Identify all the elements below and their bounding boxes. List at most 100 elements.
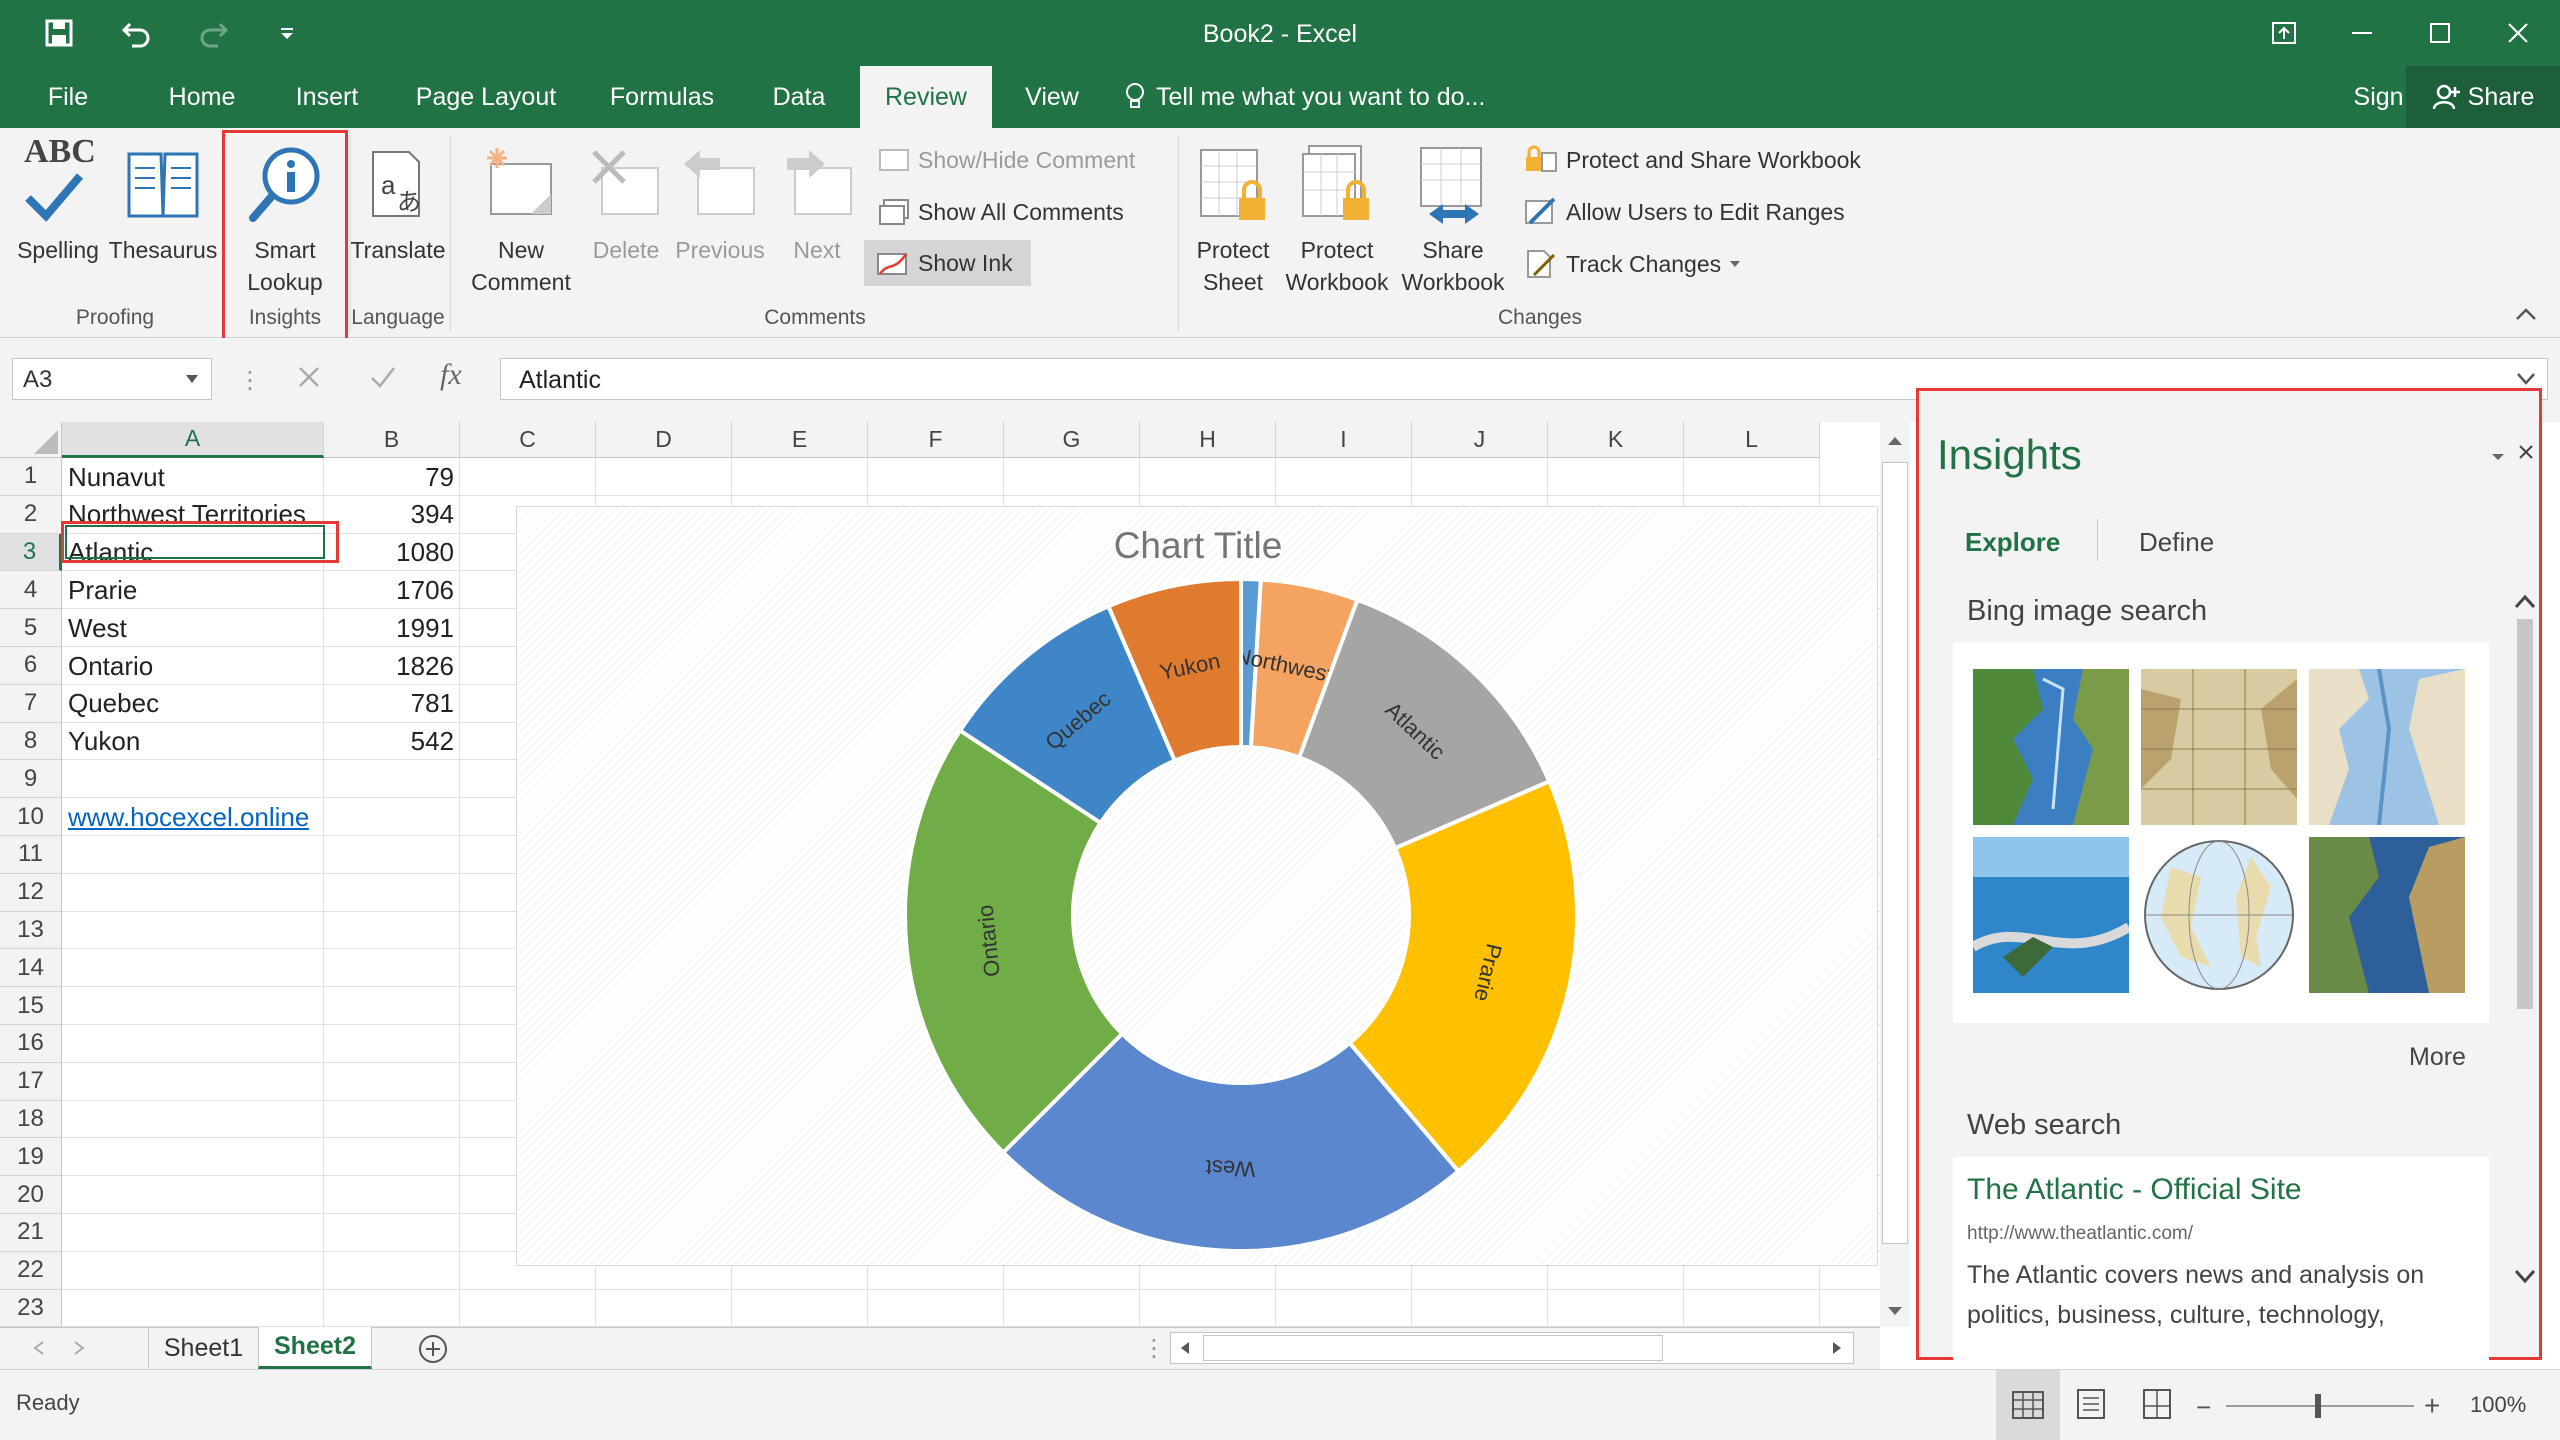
row-header-3[interactable]: 3: [0, 533, 62, 572]
image-result-ocean-map[interactable]: [2309, 669, 2465, 825]
translate-button[interactable]: aあ Translate: [350, 134, 446, 266]
next-sheet-icon[interactable]: [72, 1340, 86, 1361]
column-header-d[interactable]: D: [596, 422, 732, 458]
ribbon-display-icon[interactable]: [2254, 10, 2314, 56]
tab-review[interactable]: Review: [860, 66, 992, 128]
row-header-17[interactable]: 17: [0, 1062, 62, 1101]
cell-a5[interactable]: West: [68, 609, 328, 647]
sheet-tab-sheet2[interactable]: Sheet2: [258, 1327, 372, 1369]
prev-sheet-icon[interactable]: [32, 1340, 46, 1361]
show-hide-comment-button[interactable]: Show/Hide Comment: [878, 140, 1135, 180]
row-header-23[interactable]: 23: [0, 1289, 62, 1328]
tab-define[interactable]: Define: [2139, 527, 2214, 558]
pane-scroll-up-icon[interactable]: [2513, 591, 2537, 616]
protect-workbook-button[interactable]: Protect Workbook: [1280, 134, 1394, 298]
more-images-link[interactable]: More: [2409, 1043, 2466, 1072]
name-box[interactable]: A3: [12, 358, 212, 400]
image-result-globe[interactable]: [2141, 837, 2297, 993]
web-result-title[interactable]: The Atlantic - Official Site: [1967, 1173, 2302, 1207]
column-header-b[interactable]: B: [324, 422, 460, 458]
row-header-5[interactable]: 5: [0, 609, 62, 647]
column-header-c[interactable]: C: [460, 422, 596, 458]
cell-b3[interactable]: 1080: [324, 534, 454, 572]
name-box-dropdown-icon[interactable]: [184, 372, 200, 390]
row-header-10[interactable]: 10: [0, 798, 62, 836]
row-header-14[interactable]: 14: [0, 949, 62, 988]
cell-b5[interactable]: 1991: [324, 609, 454, 647]
horizontal-scrollbar[interactable]: [1170, 1332, 1854, 1364]
row-header-1[interactable]: 1: [0, 458, 62, 496]
vertical-scroll-thumb[interactable]: [1882, 462, 1908, 1244]
web-result-url[interactable]: http://www.theatlantic.com/: [1967, 1223, 2193, 1245]
pane-scroll-down-icon[interactable]: [2513, 1267, 2537, 1292]
show-all-comments-button[interactable]: Show All Comments: [878, 192, 1124, 232]
chart-plot-area[interactable]: Northwest...AtlanticPrarieWestOntarioQue…: [517, 507, 1879, 1267]
column-header-a[interactable]: A: [62, 422, 324, 458]
row-header-12[interactable]: 12: [0, 873, 62, 912]
column-header-k[interactable]: K: [1548, 422, 1684, 458]
hyperlink-cell-a10[interactable]: www.hocexcel.online: [68, 798, 309, 836]
tab-insert[interactable]: Insert: [280, 66, 374, 128]
row-header-21[interactable]: 21: [0, 1214, 62, 1252]
tab-home[interactable]: Home: [150, 66, 254, 128]
cell-b2[interactable]: 394: [324, 496, 454, 534]
insert-function-button[interactable]: fx: [440, 358, 462, 392]
previous-comment-button[interactable]: Previous: [672, 134, 768, 266]
page-break-view-icon[interactable]: [2140, 1388, 2174, 1425]
tab-file[interactable]: File: [22, 66, 114, 128]
image-result-map-atlantic[interactable]: [1973, 669, 2129, 825]
scroll-right-icon[interactable]: [1831, 1340, 1843, 1361]
tab-view[interactable]: View: [1010, 66, 1094, 128]
show-ink-button[interactable]: Show Ink: [864, 240, 1031, 286]
cell-a7[interactable]: Quebec: [68, 685, 328, 723]
cell-b8[interactable]: 542: [324, 723, 454, 761]
pane-scroll-thumb[interactable]: [2517, 619, 2533, 1009]
row-header-13[interactable]: 13: [0, 911, 62, 950]
maximize-icon[interactable]: [2410, 10, 2470, 56]
image-result-atlantic-road[interactable]: [1973, 837, 2129, 993]
sheet-tab-sheet1[interactable]: Sheet1: [148, 1328, 258, 1368]
image-result-satellite-map[interactable]: [2309, 837, 2465, 993]
tab-explore[interactable]: Explore: [1965, 527, 2060, 558]
protect-share-workbook-button[interactable]: Protect and Share Workbook: [1524, 140, 1861, 180]
add-sheet-icon[interactable]: [418, 1334, 448, 1369]
zoom-slider-thumb[interactable]: [2315, 1394, 2321, 1418]
column-header-j[interactable]: J: [1412, 422, 1548, 458]
normal-view-button[interactable]: [1996, 1370, 2060, 1440]
scroll-left-icon[interactable]: [1179, 1340, 1191, 1361]
close-icon[interactable]: [2488, 10, 2548, 56]
page-layout-view-icon[interactable]: [2074, 1388, 2108, 1425]
new-comment-button[interactable]: New Comment: [458, 134, 584, 298]
zoom-in-button[interactable]: +: [2424, 1390, 2440, 1422]
horizontal-scroll-thumb[interactable]: [1203, 1335, 1663, 1361]
row-header-6[interactable]: 6: [0, 647, 62, 685]
row-header-19[interactable]: 19: [0, 1138, 62, 1177]
cell-b4[interactable]: 1706: [324, 571, 454, 609]
thesaurus-button[interactable]: Thesaurus: [108, 134, 218, 266]
zoom-level[interactable]: 100%: [2470, 1392, 2526, 1418]
row-header-8[interactable]: 8: [0, 722, 62, 761]
next-comment-button[interactable]: Next: [772, 134, 862, 266]
cell-b7[interactable]: 781: [324, 685, 454, 723]
cancel-entry-icon[interactable]: [294, 362, 324, 397]
column-header-f[interactable]: F: [868, 422, 1004, 458]
row-header-4[interactable]: 4: [0, 571, 62, 610]
tab-page-layout[interactable]: Page Layout: [404, 66, 568, 128]
row-header-22[interactable]: 22: [0, 1251, 62, 1290]
allow-users-edit-ranges-button[interactable]: Allow Users to Edit Ranges: [1524, 192, 1845, 232]
tab-data[interactable]: Data: [756, 66, 842, 128]
row-header-2[interactable]: 2: [0, 495, 62, 534]
image-result-old-map[interactable]: [2141, 669, 2297, 825]
cell-b1[interactable]: 79: [324, 458, 454, 496]
cell-a8[interactable]: Yukon: [68, 723, 328, 761]
minimize-icon[interactable]: [2332, 10, 2392, 56]
cell-b6[interactable]: 1826: [324, 647, 454, 685]
select-all-corner[interactable]: [0, 422, 62, 458]
tab-split-icon[interactable]: ⋮: [1142, 1334, 1166, 1363]
row-header-16[interactable]: 16: [0, 1025, 62, 1063]
row-header-11[interactable]: 11: [0, 836, 62, 874]
tab-formulas[interactable]: Formulas: [596, 66, 728, 128]
vertical-scrollbar[interactable]: [1880, 422, 1910, 1327]
column-header-l[interactable]: L: [1684, 422, 1820, 458]
cell-a1[interactable]: Nunavut: [68, 458, 328, 496]
